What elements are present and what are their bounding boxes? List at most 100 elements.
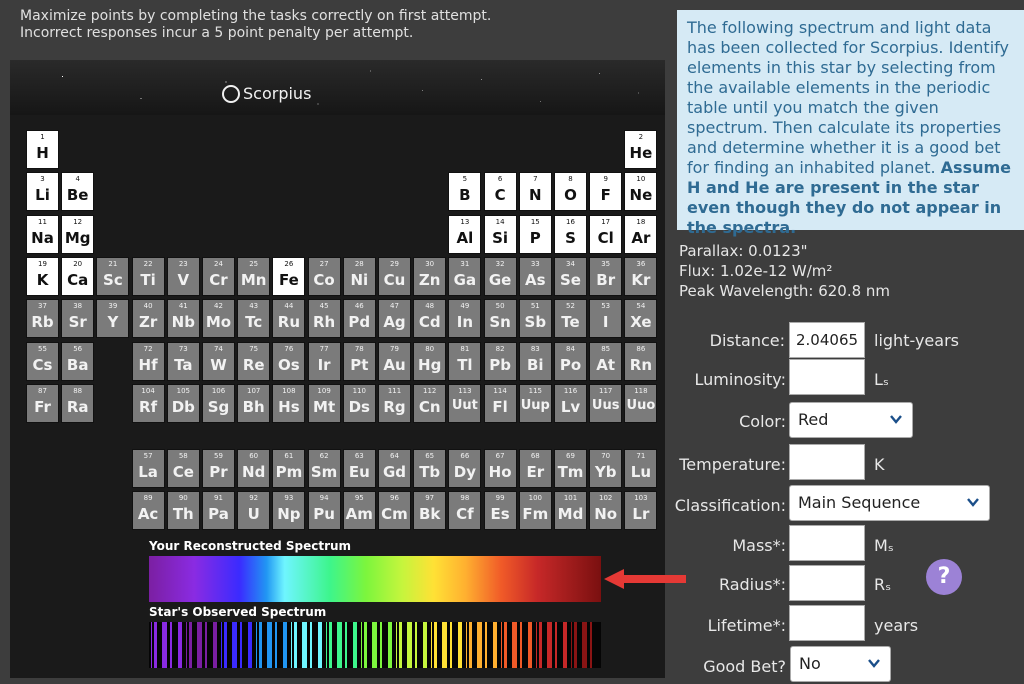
- element-as[interactable]: 33 As: [518, 256, 552, 296]
- element-po[interactable]: 84 Po: [554, 341, 587, 381]
- element-o[interactable]: 8O: [554, 172, 587, 212]
- element-uuo[interactable]: 118 Uuo: [624, 383, 658, 423]
- element-er[interactable]: 68 Er: [518, 449, 552, 488]
- lifetime-input[interactable]: [789, 605, 865, 641]
- element-in[interactable]: 49 In: [448, 299, 482, 339]
- element-ac[interactable]: 89 Ac: [131, 491, 165, 530]
- element-uut[interactable]: 113 Uut: [448, 383, 482, 423]
- element-pu[interactable]: 94 Pu: [307, 491, 341, 530]
- element-pt[interactable]: 78 Pt: [342, 341, 376, 381]
- element-nb[interactable]: 41 Nb: [166, 299, 200, 339]
- element-ar[interactable]: 18 Ar: [624, 214, 658, 254]
- element-sg[interactable]: 106 Sg: [202, 383, 235, 423]
- element-se[interactable]: 34 Se: [554, 256, 587, 296]
- element-sb[interactable]: 51 Sb: [518, 299, 552, 339]
- element-zn[interactable]: 30 Zn: [413, 256, 447, 296]
- element-br[interactable]: 35 Br: [589, 256, 623, 296]
- element-no[interactable]: 102 No: [589, 491, 623, 530]
- element-ti[interactable]: 22 Ti: [131, 256, 165, 296]
- element-b[interactable]: 5B: [448, 172, 482, 212]
- element-sc[interactable]: 21 Sc: [96, 256, 130, 296]
- element-sn[interactable]: 50 Sn: [483, 299, 517, 339]
- element-cu[interactable]: 29 Cu: [378, 256, 411, 296]
- element-s[interactable]: 16 S: [554, 214, 587, 254]
- element-rb[interactable]: 37 Rb: [26, 299, 59, 339]
- element-am[interactable]: 95 Am: [342, 491, 376, 530]
- element-pm[interactable]: 61 Pm: [272, 449, 306, 488]
- element-la[interactable]: 57 La: [131, 449, 165, 488]
- element-be[interactable]: 4 Be: [61, 172, 95, 212]
- element-rg[interactable]: 111 Rg: [378, 383, 411, 423]
- element-tm[interactable]: 69 Tm: [554, 449, 587, 488]
- element-at[interactable]: 85 At: [589, 341, 623, 381]
- element-ir[interactable]: 77 Ir: [307, 341, 341, 381]
- element-ra[interactable]: 88 Ra: [61, 383, 95, 423]
- element-rn[interactable]: 86 Rn: [624, 341, 658, 381]
- element-i[interactable]: 53 I: [589, 299, 623, 339]
- distance-input[interactable]: [789, 322, 865, 358]
- element-sr[interactable]: 38 Sr: [61, 299, 95, 339]
- help-button[interactable]: ?: [926, 559, 962, 595]
- element-pa[interactable]: 91 Pa: [202, 491, 235, 530]
- element-w[interactable]: 74 W: [202, 341, 235, 381]
- element-cn[interactable]: 112 Cn: [413, 383, 447, 423]
- element-yb[interactable]: 70 Yb: [589, 449, 623, 488]
- element-mg[interactable]: 12 Mg: [61, 214, 95, 254]
- element-md[interactable]: 101 Md: [554, 491, 587, 530]
- element-hs[interactable]: 108 Hs: [272, 383, 306, 423]
- element-n[interactable]: 7N: [518, 172, 552, 212]
- element-hg[interactable]: 80 Hg: [413, 341, 447, 381]
- element-np[interactable]: 93 Np: [272, 491, 306, 530]
- element-ga[interactable]: 31 Ga: [448, 256, 482, 296]
- luminosity-input[interactable]: [789, 359, 865, 395]
- color-select[interactable]: Red: [789, 402, 913, 438]
- element-eu[interactable]: 63 Eu: [342, 449, 376, 488]
- mass-input[interactable]: [789, 525, 865, 561]
- element-mt[interactable]: 109 Mt: [307, 383, 341, 423]
- element-v[interactable]: 23 V: [166, 256, 200, 296]
- element-cf[interactable]: 98 Cf: [448, 491, 482, 530]
- element-db[interactable]: 105 Db: [166, 383, 200, 423]
- element-uup[interactable]: 115 Uup: [518, 383, 552, 423]
- element-ds[interactable]: 110 Ds: [342, 383, 376, 423]
- element-c[interactable]: 6C: [483, 172, 517, 212]
- element-he[interactable]: 2 He: [624, 130, 658, 169]
- element-ru[interactable]: 44 Ru: [272, 299, 306, 339]
- element-mn[interactable]: 25 Mn: [237, 256, 271, 296]
- classification-select[interactable]: Main Sequence: [789, 485, 990, 521]
- element-y[interactable]: 39 Y: [96, 299, 130, 339]
- element-es[interactable]: 99 Es: [483, 491, 517, 530]
- element-rh[interactable]: 45 Rh: [307, 299, 341, 339]
- element-fr[interactable]: 87 Fr: [26, 383, 59, 423]
- element-fe[interactable]: 26 Fe: [272, 256, 306, 296]
- element-uus[interactable]: 117 Uus: [589, 383, 623, 423]
- element-k[interactable]: 19 K: [26, 256, 59, 296]
- element-bk[interactable]: 97 Bk: [413, 491, 447, 530]
- element-lv[interactable]: 116 Lv: [554, 383, 587, 423]
- element-os[interactable]: 76 Os: [272, 341, 306, 381]
- element-mo[interactable]: 42 Mo: [202, 299, 235, 339]
- temperature-input[interactable]: [789, 444, 865, 480]
- element-gd[interactable]: 64 Gd: [378, 449, 411, 488]
- element-zr[interactable]: 40 Zr: [131, 299, 165, 339]
- element-cl[interactable]: 17 Cl: [589, 214, 623, 254]
- element-ho[interactable]: 67 Ho: [483, 449, 517, 488]
- element-xe[interactable]: 54 Xe: [624, 299, 658, 339]
- element-cm[interactable]: 96 Cm: [378, 491, 411, 530]
- element-ge[interactable]: 32 Ge: [483, 256, 517, 296]
- element-fl[interactable]: 114 Fl: [483, 383, 517, 423]
- element-bh[interactable]: 107 Bh: [237, 383, 271, 423]
- element-tl[interactable]: 81 Tl: [448, 341, 482, 381]
- element-cd[interactable]: 48 Cd: [413, 299, 447, 339]
- element-cr[interactable]: 24 Cr: [202, 256, 235, 296]
- element-f[interactable]: 9F: [589, 172, 623, 212]
- element-re[interactable]: 75 Re: [237, 341, 271, 381]
- element-ag[interactable]: 47 Ag: [378, 299, 411, 339]
- element-dy[interactable]: 66 Dy: [448, 449, 482, 488]
- element-lr[interactable]: 103 Lr: [624, 491, 658, 530]
- element-fm[interactable]: 100 Fm: [518, 491, 552, 530]
- radius-input[interactable]: [789, 565, 865, 601]
- element-ne[interactable]: 10 Ne: [624, 172, 658, 212]
- element-nd[interactable]: 60 Nd: [237, 449, 271, 488]
- element-ni[interactable]: 28 Ni: [342, 256, 376, 296]
